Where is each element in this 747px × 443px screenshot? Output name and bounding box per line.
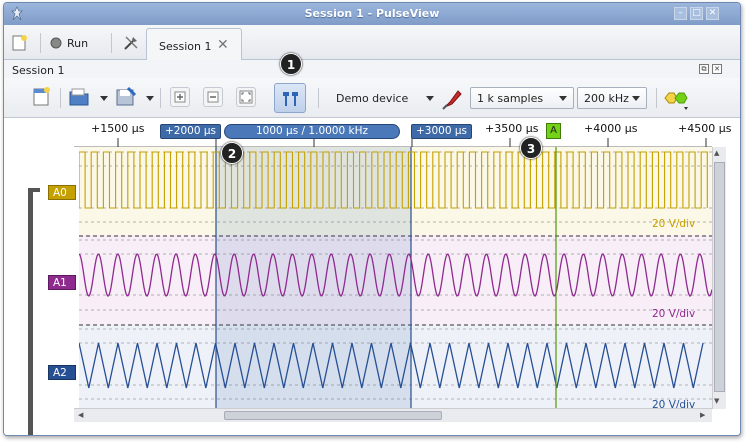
zoom-out-button[interactable] (203, 87, 223, 107)
zoom-fit-button[interactable] (236, 87, 256, 107)
zoom-in-button[interactable] (170, 87, 190, 107)
maximize-icon[interactable]: □ (690, 7, 703, 20)
vertical-scroll-thumb[interactable] (714, 162, 725, 392)
add-decoder-icon[interactable] (662, 88, 692, 112)
vertical-scrollbar[interactable]: ▲ ▼ (712, 147, 726, 409)
channel-label-a1[interactable]: A1 (48, 275, 76, 290)
samplerate-value: 200 kHz (584, 92, 629, 105)
tab-session-1[interactable]: Session 1 ✕ (146, 28, 242, 61)
cursor2-flag[interactable]: +3000 µs (411, 124, 473, 139)
save-menu-arrow-icon[interactable] (146, 96, 154, 101)
callout-2: 2 (221, 142, 243, 164)
separator (111, 33, 112, 53)
a1-name: A1 (53, 277, 67, 289)
show-cursors-button[interactable] (274, 83, 306, 113)
device-selector[interactable]: Demo device (326, 87, 436, 109)
session-dock-header: Session 1 ⧉ ✕ (4, 60, 740, 78)
separator (160, 88, 161, 108)
float-dock-icon[interactable]: ⧉ (699, 64, 709, 74)
channel-label-a0[interactable]: A0 (48, 185, 76, 200)
separator (656, 88, 657, 108)
trace-viewport: +1500 µs +3500 µs +4000 µs +4500 µs +200… (4, 118, 740, 435)
cursor-span-label[interactable]: 1000 µs / 1.0000 kHz (224, 124, 400, 139)
new-session-icon[interactable] (12, 34, 28, 52)
trace-area (28, 147, 712, 435)
probe-config-icon[interactable] (441, 87, 465, 111)
device-dropdown-arrow-icon (426, 96, 434, 101)
cursors-icon (283, 92, 298, 106)
callout-1: 1 (280, 53, 302, 75)
a1-vdiv: 20 V/div (652, 308, 696, 320)
close-icon[interactable]: ✕ (706, 7, 719, 20)
pulseview-window: Session 1 - PulseView – □ ✕ Run Session … (3, 2, 741, 436)
cursor-span-text: 1000 µs / 1.0000 kHz (256, 125, 368, 137)
channel-group-cap (28, 188, 40, 192)
samplerate-select[interactable]: 200 kHz (577, 87, 647, 109)
callout-3: 3 (520, 137, 542, 159)
cursor1-flag[interactable]: +2000 µs (160, 124, 222, 139)
separator (60, 88, 61, 108)
zoom-in-icon (174, 91, 186, 103)
sample-count-select[interactable]: 1 k samples (470, 87, 574, 109)
chevron-down-icon (632, 96, 640, 101)
close-dock-icon[interactable]: ✕ (712, 64, 722, 74)
open-file-icon[interactable] (68, 85, 92, 109)
a2-name: A2 (53, 367, 67, 379)
sample-count-value: 1 k samples (477, 92, 544, 105)
channel-group-bar (28, 188, 33, 435)
open-menu-arrow-icon[interactable] (100, 96, 108, 101)
separator (40, 33, 41, 53)
channel-label-a2[interactable]: A2 (48, 365, 76, 380)
marker-label: A (550, 125, 557, 136)
run-icon (50, 37, 62, 49)
settings-tools-icon[interactable] (122, 34, 140, 52)
scroll-left-icon[interactable]: ◀ (78, 411, 83, 419)
save-file-icon[interactable] (114, 85, 138, 109)
dock-title: Session 1 (12, 64, 65, 77)
a0-name: A0 (53, 187, 67, 199)
close-tab-icon[interactable]: ✕ (217, 37, 229, 53)
zoom-out-icon (207, 91, 219, 103)
horizontal-scrollbar[interactable]: ◀ ▶ (74, 408, 712, 422)
cursor-selection-area[interactable] (216, 147, 411, 409)
new-view-icon[interactable] (30, 85, 54, 109)
tab-label: Session 1 (159, 40, 212, 53)
a0-vdiv: 20 V/div (652, 218, 696, 230)
scroll-up-icon[interactable]: ▲ (714, 149, 719, 157)
horizontal-scroll-thumb[interactable] (224, 411, 442, 420)
main-toolbar: Run Session 1 ✕ (4, 25, 740, 61)
separator (318, 88, 319, 108)
title-bar: Session 1 - PulseView – □ ✕ (4, 3, 740, 25)
cursor2-time: +3000 µs (416, 125, 468, 137)
cursor1-time: +2000 µs (165, 125, 217, 137)
window-title: Session 1 - PulseView (304, 7, 440, 20)
chevron-down-icon (559, 96, 567, 101)
zoom-fit-icon (239, 90, 253, 104)
session-toolbar: Demo device 1 k samples 200 kHz (4, 78, 740, 118)
run-button[interactable]: Run (50, 34, 88, 52)
scroll-right-icon[interactable]: ▶ (700, 411, 705, 419)
scroll-down-icon[interactable]: ▼ (714, 397, 719, 405)
marker-flag[interactable]: A (546, 123, 561, 139)
device-name: Demo device (336, 92, 409, 105)
run-label: Run (67, 36, 89, 50)
minimize-icon[interactable]: – (674, 7, 687, 20)
